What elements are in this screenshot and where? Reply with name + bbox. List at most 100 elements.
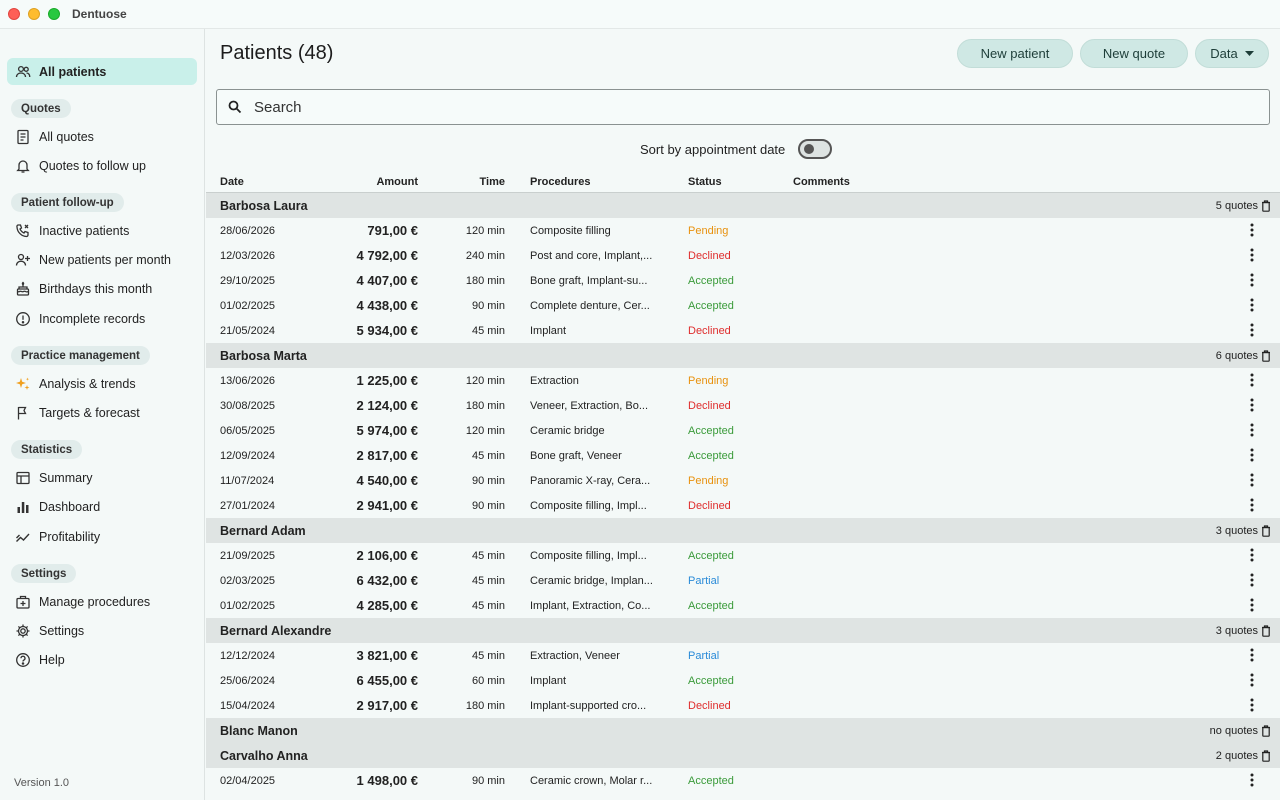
more-vert-icon[interactable] [1250,573,1254,590]
quote-row[interactable]: 28/06/2026 791,00 € 120 min Composite filli… [206,218,1280,243]
data-menu-button[interactable]: Data [1195,39,1269,68]
more-vert-icon[interactable] [1250,548,1254,565]
patient-group-row[interactable]: Barbosa Marta 6 quotes [206,343,1280,368]
quote-row[interactable]: 27/01/2024 2 941,00 € 90 min Composite fill… [206,493,1280,518]
sidebar-item-profitability[interactable]: Profitability [7,523,197,550]
more-vert-icon[interactable] [1250,698,1254,715]
quote-row[interactable]: 21/05/2024 5 934,00 € 45 min Implant Decline… [206,318,1280,343]
column-header-amount[interactable]: Amount [376,176,418,188]
sidebar-item-all-quotes[interactable]: All quotes [7,123,197,150]
sidebar-item-label: Inactive patients [39,223,130,238]
sidebar-item-birthdays-month[interactable]: Birthdays this month [7,275,197,302]
column-header-time[interactable]: Time [480,176,505,188]
search-icon [228,100,242,114]
quote-amount: 4 792,00 € [356,248,418,263]
patient-group-row[interactable]: Bernard Adam 3 quotes [206,518,1280,543]
sort-by-appointment-toggle[interactable] [798,139,833,159]
more-vert-icon[interactable] [1250,773,1254,790]
sidebar-item-all-patients[interactable]: All patients [7,58,197,85]
more-vert-icon[interactable] [1250,498,1254,515]
patient-group-row[interactable]: Bernard Alexandre 3 quotes [206,618,1280,643]
trash-icon[interactable] [1261,724,1271,742]
quote-row[interactable]: 02/04/2025 1 498,00 € 90 min Ceramic crown,… [206,768,1280,793]
more-vert-icon[interactable] [1250,448,1254,465]
more-vert-icon[interactable] [1250,323,1254,340]
quote-row[interactable]: 01/02/2025 4 285,00 € 45 min Implant, Extra… [206,593,1280,618]
quote-row[interactable]: 13/06/2026 1 225,00 € 120 min Extraction Pen… [206,368,1280,393]
more-vert-icon[interactable] [1250,298,1254,315]
sidebar-item-incomplete-records[interactable]: Incomplete records [7,305,197,332]
quote-row[interactable]: 12/03/2026 4 792,00 € 240 min Post and core… [206,243,1280,268]
sidebar-item-help[interactable]: Help [7,646,197,673]
new-quote-button[interactable]: New quote [1080,39,1188,68]
sidebar-item-manage-procedures[interactable]: Manage procedures [7,588,197,615]
column-header-comments[interactable]: Comments [793,176,850,188]
patient-name: Carvalho Anna [220,749,308,763]
more-vert-icon[interactable] [1250,248,1254,265]
sidebar-item-settings[interactable]: Settings [7,617,197,644]
sidebar-item-inactive-patients[interactable]: Inactive patients [7,217,197,244]
quote-date: 15/04/2024 [220,700,276,712]
quote-time: 90 min [471,500,505,512]
alert-circle-icon [15,311,31,327]
quote-row[interactable]: 12/12/2024 3 821,00 € 45 min Extraction, Ve… [206,643,1280,668]
quote-row[interactable]: 15/04/2024 2 917,00 € 180 min Implant-suppo… [206,693,1280,718]
column-header-status[interactable]: Status [688,176,722,188]
close-window-button[interactable] [8,8,20,20]
more-vert-icon[interactable] [1250,598,1254,615]
sidebar-item-new-patients-month[interactable]: New patients per month [7,246,197,273]
patient-group-row[interactable]: Carvalho Anna 2 quotes [206,743,1280,768]
minimize-window-button[interactable] [28,8,40,20]
more-vert-icon[interactable] [1250,473,1254,490]
quote-row[interactable]: 11/07/2024 4 540,00 € 90 min Panoramic X-ra… [206,468,1280,493]
quote-row[interactable]: 21/09/2025 2 106,00 € 45 min Composite fill… [206,543,1280,568]
more-vert-icon[interactable] [1250,648,1254,665]
sidebar-item-analysis-trends[interactable]: Analysis & trends [7,370,197,397]
quote-amount: 2 106,00 € [356,548,418,563]
trash-icon[interactable] [1261,524,1271,542]
patient-name: Bernard Alexandre [220,624,332,638]
new-patient-button[interactable]: New patient [957,39,1073,68]
quote-status: Declined [688,500,731,512]
quote-row[interactable]: 01/02/2025 4 438,00 € 90 min Complete dentu… [206,293,1280,318]
quote-time: 240 min [465,250,505,262]
patient-group-row[interactable]: Barbosa Laura 5 quotes [206,193,1280,218]
quote-date: 12/03/2026 [220,250,276,262]
trash-icon[interactable] [1261,749,1271,767]
sidebar-item-dashboard[interactable]: Dashboard [7,493,197,520]
sidebar-item-targets-forecast[interactable]: Targets & forecast [7,399,197,426]
sidebar-item-quotes-follow-up[interactable]: Quotes to follow up [7,152,197,179]
search-input[interactable] [254,98,1214,116]
quote-status: Partial [688,575,720,587]
trash-icon[interactable] [1261,349,1271,367]
quote-date: 02/04/2025 [220,775,276,787]
sidebar-item-label: Targets & forecast [39,405,140,420]
search-field[interactable] [216,89,1270,125]
more-vert-icon[interactable] [1250,273,1254,290]
patient-group-row[interactable]: Blanc Manon no quotes [206,718,1280,743]
more-vert-icon[interactable] [1250,373,1254,390]
quote-row[interactable]: 25/06/2024 6 455,00 € 60 min Implant Accepte… [206,668,1280,693]
quote-amount: 2 817,00 € [356,448,418,463]
people-icon [15,64,31,80]
column-header-procedures[interactable]: Procedures [530,176,591,188]
quote-row[interactable]: 12/09/2024 2 817,00 € 45 min Bone graft, Ve… [206,443,1280,468]
quote-status: Accepted [688,450,734,462]
quote-time: 120 min [465,225,505,237]
more-vert-icon[interactable] [1250,398,1254,415]
more-vert-icon[interactable] [1250,673,1254,690]
quote-row[interactable]: 29/10/2025 4 407,00 € 180 min Bone graft, I… [206,268,1280,293]
quote-date: 01/02/2025 [220,600,276,612]
quote-date: 21/09/2025 [220,550,276,562]
column-header-date[interactable]: Date [220,176,244,188]
more-vert-icon[interactable] [1250,223,1254,240]
sidebar-item-summary[interactable]: Summary [7,464,197,491]
more-vert-icon[interactable] [1250,423,1254,440]
quote-row[interactable]: 02/03/2025 6 432,00 € 45 min Ceramic bridge… [206,568,1280,593]
maximize-window-button[interactable] [48,8,60,20]
quote-row[interactable]: 06/05/2025 5 974,00 € 120 min Ceramic bridg… [206,418,1280,443]
trash-icon[interactable] [1261,624,1271,642]
quote-row[interactable]: 30/08/2025 2 124,00 € 180 min Veneer, Extra… [206,393,1280,418]
trash-icon[interactable] [1261,199,1271,217]
quote-amount: 6 432,00 € [356,573,418,588]
